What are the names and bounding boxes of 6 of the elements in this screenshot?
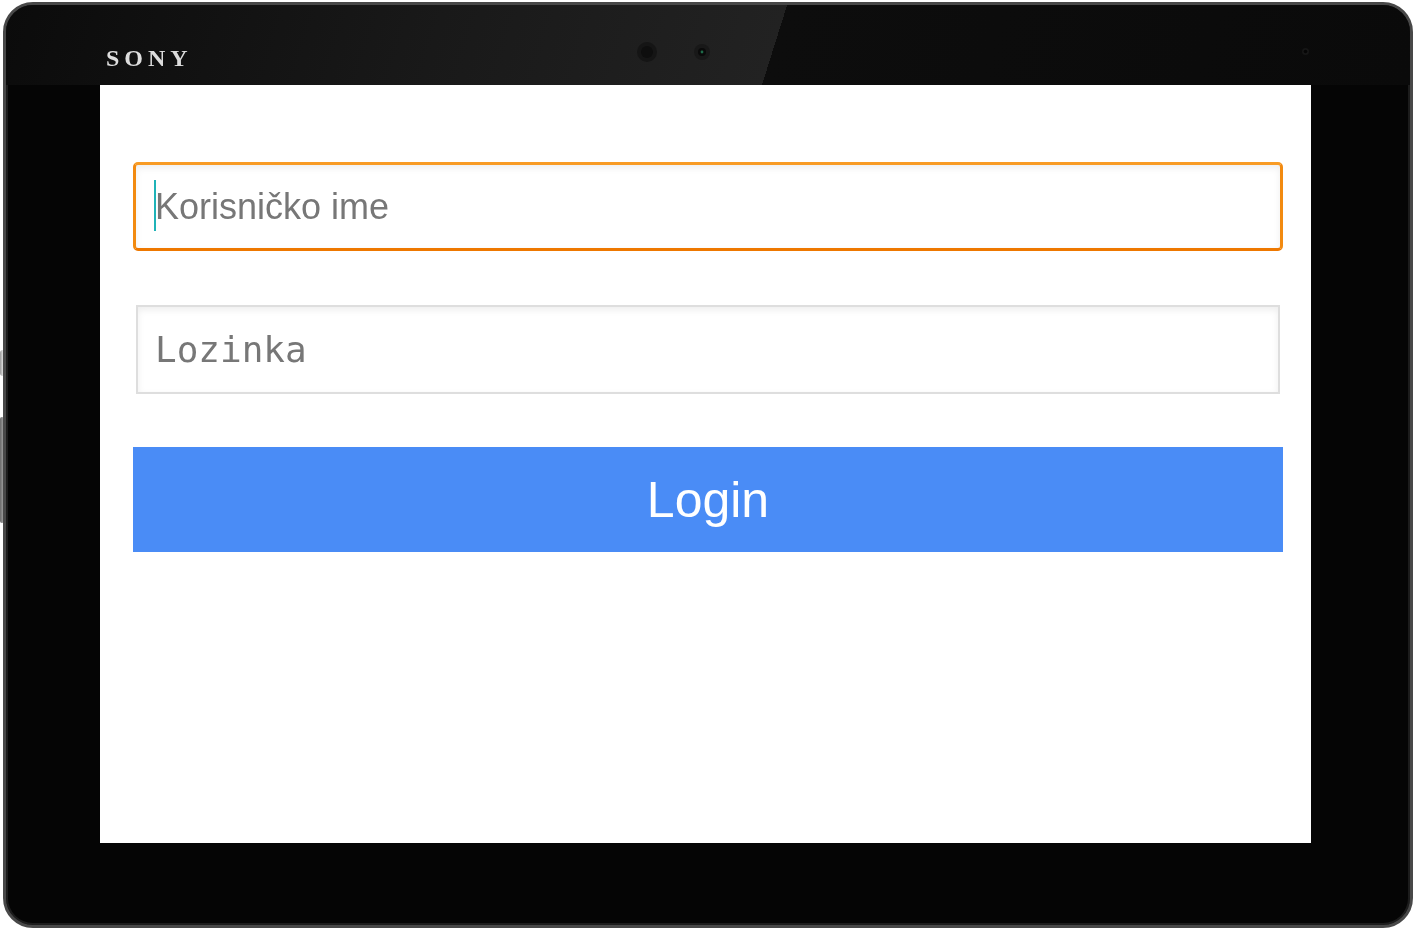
camera-lens-icon — [693, 44, 710, 60]
text-cursor-icon — [154, 180, 156, 231]
logo-text: SONY — [106, 46, 193, 70]
login-button[interactable]: Login — [133, 447, 1283, 552]
username-field[interactable]: Korisničko ime — [133, 162, 1283, 251]
password-field[interactable]: Lozinka — [136, 305, 1280, 394]
